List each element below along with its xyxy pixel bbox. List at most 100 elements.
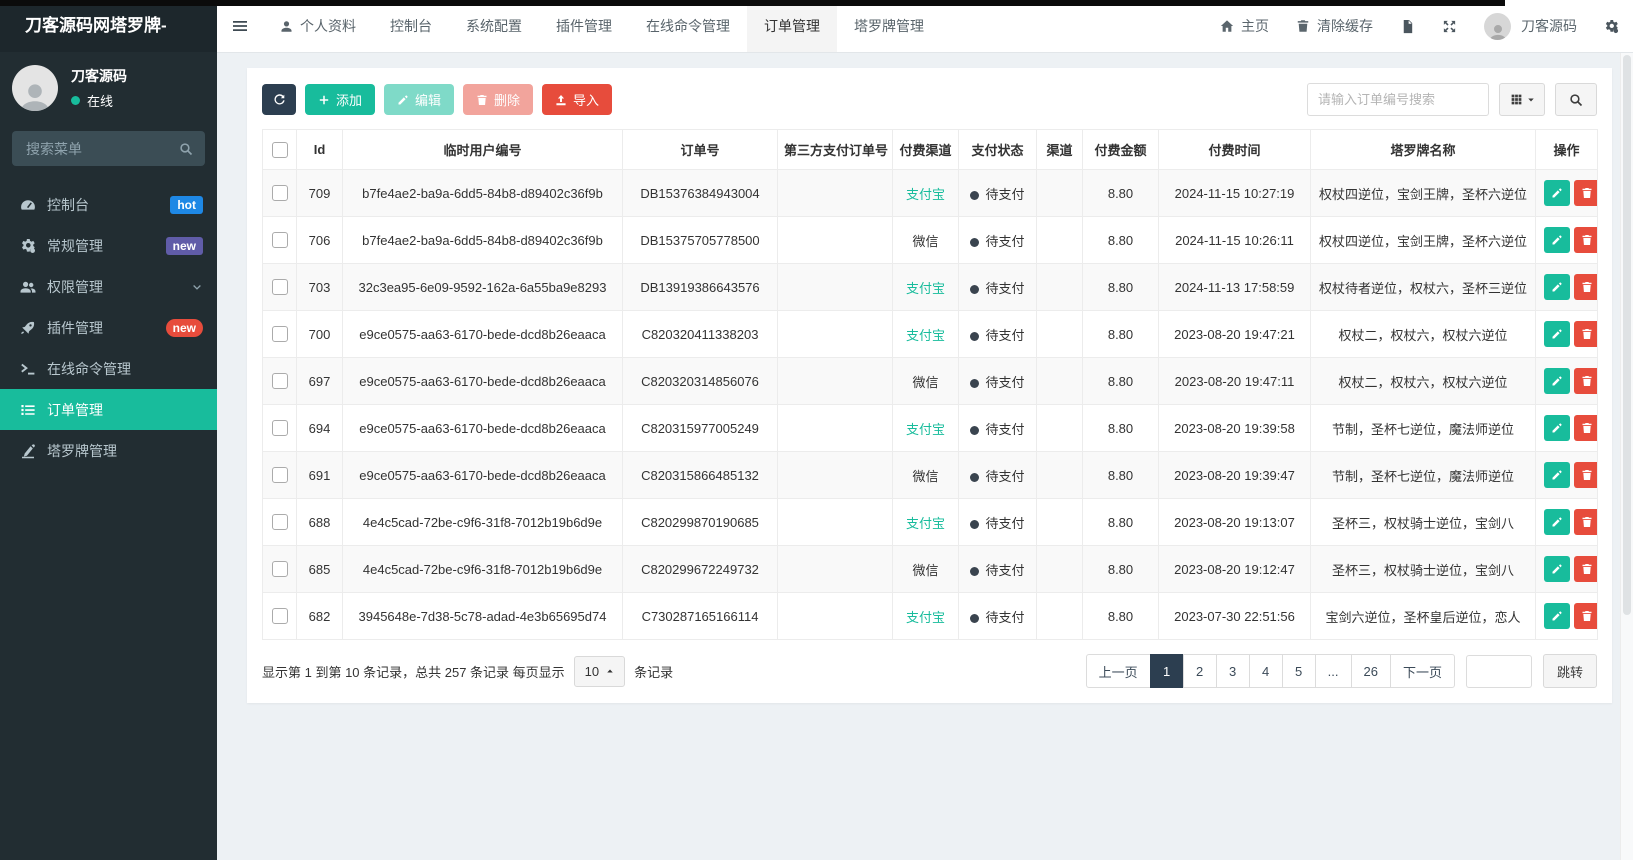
row-edit-button[interactable]: [1544, 415, 1570, 441]
cell-tarot-name: 宝剑六逆位，圣杯皇后逆位，恋人: [1310, 592, 1536, 640]
clear-cache-link[interactable]: 清除缓存: [1296, 16, 1373, 36]
column-header[interactable]: 操作: [1535, 129, 1598, 170]
column-header[interactable]: 付费金额: [1082, 129, 1159, 170]
sidebar-item-auth[interactable]: 权限管理: [0, 266, 217, 307]
row-edit-button[interactable]: [1544, 274, 1570, 300]
search-button[interactable]: [1555, 83, 1597, 116]
tab-command[interactable]: 在线命令管理: [629, 0, 747, 52]
table-header-row: Id 临时用户编号 订单号 第三方支付订单号 付费渠道 支付状态 渠道 付费金额 付费时间 塔罗牌…: [262, 129, 1598, 170]
row-checkbox[interactable]: [271, 608, 288, 625]
cell-pay-status: 待支付: [958, 592, 1037, 640]
home-link[interactable]: 主页: [1220, 16, 1269, 36]
row-delete-button[interactable]: [1574, 180, 1597, 206]
page-button-ellipsis[interactable]: ...: [1314, 654, 1352, 688]
columns-dropdown-button[interactable]: [1499, 83, 1545, 116]
edit-button[interactable]: 编辑: [384, 84, 455, 115]
row-edit-button[interactable]: [1544, 321, 1570, 347]
column-header[interactable]: 支付状态: [958, 129, 1037, 170]
sidebar-item-tarot[interactable]: 塔罗牌管理: [0, 430, 217, 471]
cell-user-no: e9ce0575-aa63-6170-bede-dcd8b26eaaca: [342, 357, 623, 405]
scrollbar-thumb[interactable]: [1623, 55, 1631, 615]
cell-amount: 8.80: [1082, 404, 1159, 452]
user-icon: [1488, 23, 1508, 40]
sidebar-toggle-button[interactable]: [217, 0, 263, 52]
page-button-1[interactable]: 1: [1149, 654, 1184, 688]
row-checkbox[interactable]: [271, 373, 288, 390]
cell-pay-time: 2023-08-20 19:13:07: [1158, 498, 1311, 546]
column-header[interactable]: 渠道: [1036, 129, 1083, 170]
expand-icon[interactable]: [1442, 19, 1457, 34]
search-icon[interactable]: [179, 142, 193, 156]
sidebar-item-general[interactable]: 常规管理 new: [0, 225, 217, 266]
row-checkbox[interactable]: [271, 467, 288, 484]
page-button-26[interactable]: 26: [1350, 654, 1391, 688]
page-jump-input[interactable]: [1465, 654, 1532, 688]
scrollbar[interactable]: [1620, 52, 1633, 860]
delete-button[interactable]: 删除: [463, 84, 534, 115]
page-button-next[interactable]: 下一页: [1389, 654, 1455, 688]
import-button[interactable]: 导入: [542, 84, 613, 115]
column-header[interactable]: 付费时间: [1158, 129, 1311, 170]
select-all-checkbox[interactable]: [271, 141, 288, 158]
row-edit-button[interactable]: [1544, 180, 1570, 206]
refresh-button[interactable]: [262, 84, 296, 115]
sidebar-item-addon[interactable]: 插件管理 new: [0, 307, 217, 348]
tab-order[interactable]: 订单管理: [747, 0, 837, 52]
row-checkbox[interactable]: [271, 561, 288, 578]
row-delete-button[interactable]: [1574, 368, 1597, 394]
row-checkbox[interactable]: [271, 232, 288, 249]
page-button-4[interactable]: 4: [1248, 654, 1283, 688]
page-size-dropdown[interactable]: 10: [573, 655, 626, 687]
row-delete-button[interactable]: [1574, 227, 1597, 253]
column-header[interactable]: 临时用户编号: [342, 129, 623, 170]
tab-profile[interactable]: 个人资料: [263, 0, 373, 52]
row-delete-button[interactable]: [1574, 274, 1597, 300]
cogs-icon[interactable]: [1604, 19, 1619, 34]
cell-third-party-no: [777, 592, 893, 640]
tab-console[interactable]: 控制台: [373, 0, 449, 52]
page-button-3[interactable]: 3: [1215, 654, 1250, 688]
cell-pay-time: 2023-08-20 19:39:58: [1158, 404, 1311, 452]
row-delete-button[interactable]: [1574, 321, 1597, 347]
chevron-down-icon: [191, 281, 203, 293]
cell-id: 700: [296, 310, 343, 358]
row-checkbox[interactable]: [271, 185, 288, 202]
row-edit-button[interactable]: [1544, 227, 1570, 253]
row-checkbox[interactable]: [271, 326, 288, 343]
row-checkbox[interactable]: [271, 279, 288, 296]
document-icon[interactable]: [1400, 19, 1415, 34]
column-header[interactable]: 订单号: [622, 129, 778, 170]
row-checkbox[interactable]: [271, 420, 288, 437]
tab-addon[interactable]: 插件管理: [539, 0, 629, 52]
row-delete-button[interactable]: [1574, 509, 1597, 535]
row-edit-button[interactable]: [1544, 509, 1570, 535]
sidebar-item-order[interactable]: 订单管理: [0, 389, 217, 430]
tab-tarot[interactable]: 塔罗牌管理: [837, 0, 941, 52]
row-delete-button[interactable]: [1574, 415, 1597, 441]
row-edit-button[interactable]: [1544, 368, 1570, 394]
tab-config[interactable]: 系统配置: [449, 0, 539, 52]
column-header[interactable]: 付费渠道: [892, 129, 959, 170]
row-edit-button[interactable]: [1544, 462, 1570, 488]
page-button-2[interactable]: 2: [1182, 654, 1217, 688]
page-jump-button[interactable]: 跳转: [1542, 654, 1597, 688]
sidebar-item-console[interactable]: 控制台 hot: [0, 184, 217, 225]
add-button[interactable]: 添加: [305, 84, 376, 115]
page-button-prev[interactable]: 上一页: [1085, 654, 1151, 688]
row-delete-button[interactable]: [1574, 462, 1597, 488]
row-checkbox[interactable]: [271, 514, 288, 531]
cell-pay-channel: 微信: [892, 216, 959, 264]
column-header[interactable]: 第三方支付订单号: [777, 129, 893, 170]
menu-search-input[interactable]: [24, 139, 179, 158]
column-header[interactable]: 塔罗牌名称: [1310, 129, 1536, 170]
sidebar-item-command[interactable]: 在线命令管理: [0, 348, 217, 389]
row-edit-button[interactable]: [1544, 556, 1570, 582]
order-search-input[interactable]: [1307, 83, 1489, 116]
row-delete-button[interactable]: [1574, 556, 1597, 582]
page-button-5[interactable]: 5: [1281, 654, 1316, 688]
row-delete-button[interactable]: [1574, 603, 1597, 629]
row-edit-button[interactable]: [1544, 603, 1570, 629]
user-menu[interactable]: 刀客源码: [1484, 12, 1577, 40]
column-header[interactable]: Id: [296, 129, 343, 170]
avatar[interactable]: [12, 65, 58, 111]
